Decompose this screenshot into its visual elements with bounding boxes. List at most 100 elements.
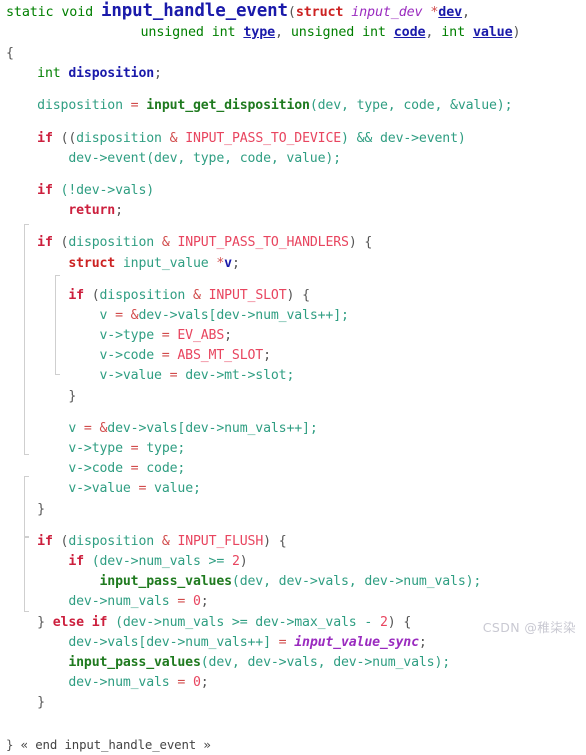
token-cond-disposition-5: disposition bbox=[68, 533, 155, 549]
token-assign-equals: = bbox=[130, 98, 139, 114]
token-else-if-keyword: else if bbox=[52, 614, 108, 630]
token-open-paren: ( bbox=[287, 5, 296, 20]
code-line-slot-code: v->code = ABS_MT_SLOT; bbox=[0, 346, 586, 366]
token-slot-code-semi: ; bbox=[263, 348, 271, 364]
token-number-two-1: 2 bbox=[231, 553, 240, 569]
token-return-keyword: return bbox=[68, 203, 116, 219]
token-macro-ev-abs: EV_ABS bbox=[177, 328, 225, 344]
token-slot-code-eq: = bbox=[154, 348, 178, 364]
code-line-call-dev-event: dev->event(dev, type, code, value); bbox=[0, 149, 586, 169]
code-line-handlers-close: } bbox=[0, 500, 586, 520]
token-macro-input-flush: INPUT_FLUSH bbox=[177, 533, 264, 549]
token-cond-disposition-4: disposition bbox=[99, 287, 186, 303]
token-number-two-2: 2 bbox=[379, 614, 388, 630]
code-line-blank-3 bbox=[0, 169, 586, 181]
token-slot-type-lhs: v->type bbox=[99, 328, 155, 344]
token-slot-value-rhs: dev->mt->slot; bbox=[185, 368, 295, 384]
token-flush-reset-eq: = bbox=[169, 594, 193, 610]
token-param-dev: dev bbox=[438, 5, 463, 20]
token-cond-disposition-3: disposition bbox=[68, 235, 155, 251]
token-decl-disposition: disposition bbox=[68, 66, 155, 82]
code-line-else-reset: dev->num_vals = 0; bbox=[0, 673, 586, 693]
code-line-v-value: v->value = value; bbox=[0, 479, 586, 499]
token-input-value-sync: input_value_sync bbox=[294, 634, 419, 650]
token-handlers-close-brace: } bbox=[37, 501, 45, 517]
token-else-assign-eq: = bbox=[270, 634, 295, 650]
code-line-flush-pass-values: input_pass_values(dev, dev->vals, dev->n… bbox=[0, 572, 586, 592]
token-macro-input-pass-to-handlers: INPUT_PASS_TO_HANDLERS bbox=[177, 235, 349, 251]
token-if-keyword-6: if bbox=[68, 553, 84, 569]
token-else-assign-semi: ; bbox=[418, 634, 427, 650]
code-line-slot-value: v->value = dev->mt->slot; bbox=[0, 366, 586, 386]
token-flush-reset-lhs: dev->num_vals bbox=[68, 594, 170, 610]
token-paren-open-4: ( bbox=[83, 287, 100, 303]
code-line-slot-close: } bbox=[0, 387, 586, 407]
token-semicolon-v: ; bbox=[231, 255, 240, 271]
token-paren-open-5: ( bbox=[52, 533, 69, 549]
token-else-reset-eq: = bbox=[169, 675, 193, 691]
token-bitand-1: & bbox=[169, 130, 178, 146]
token-var-v: v bbox=[224, 255, 232, 271]
token-call-input-get-disposition: input_get_disposition bbox=[146, 98, 310, 114]
token-slot-type-eq: = bbox=[154, 328, 178, 344]
token-if-keyword-2: if bbox=[37, 182, 53, 198]
token-unsigned-int-a: unsigned int bbox=[140, 25, 236, 40]
code-line-v-assign: v = &dev->vals[dev->num_vals++]; bbox=[0, 419, 586, 439]
code-line-signature-1: static void input_handle_event(struct in… bbox=[0, 0, 586, 22]
token-v-assign: v bbox=[68, 420, 77, 436]
code-line-flush-reset: dev->num_vals = 0; bbox=[0, 592, 586, 612]
code-line-signature-2: unsigned int type, unsigned int code, in… bbox=[0, 22, 586, 44]
token-brace-open-5: ) { bbox=[263, 533, 287, 549]
code-line-if-pass-to-handlers: if (disposition & INPUT_PASS_TO_HANDLERS… bbox=[0, 233, 586, 253]
token-else-cond-a: (dev->num_vals >= dev->max_vals - bbox=[107, 614, 380, 630]
token-v-assign-rest: dev->vals[dev->num_vals++]; bbox=[107, 420, 318, 436]
token-body-open-brace: { bbox=[6, 46, 14, 61]
token-param-type-input-dev: input_dev bbox=[351, 5, 423, 20]
token-else-close-brace: } bbox=[37, 695, 45, 711]
token-v-code-rhs: code; bbox=[146, 461, 186, 477]
token-slot-value-lhs: v->value bbox=[99, 368, 162, 384]
token-param-value: value bbox=[472, 25, 513, 40]
token-struct-type-input-value: input_value bbox=[122, 255, 209, 271]
code-line-slot-type: v->type = EV_ABS; bbox=[0, 326, 586, 346]
token-close-paren: ) bbox=[512, 25, 521, 40]
code-line-v-type: v->type = type; bbox=[0, 439, 586, 459]
token-v-type-eq: = bbox=[122, 441, 147, 456]
token-call-input-pass-values-1: input_pass_values bbox=[99, 574, 232, 590]
token-slot-value-eq: = bbox=[161, 368, 186, 384]
code-line-open-brace: { bbox=[0, 44, 586, 64]
token-dev-event-cond: dev->event) bbox=[379, 130, 466, 146]
code-line-blank-6 bbox=[0, 407, 586, 419]
token-paren-open-3: ( bbox=[52, 235, 69, 251]
token-call-args-1: (dev, dev->vals, dev->num_vals); bbox=[231, 574, 482, 590]
token-v-value-lhs: v->value bbox=[68, 481, 131, 497]
token-v-code-lhs: v->code bbox=[68, 461, 123, 477]
token-else-reset-semi: ; bbox=[200, 675, 209, 691]
token-slot-type-semi: ; bbox=[224, 328, 232, 344]
token-param-code: code bbox=[393, 25, 426, 40]
code-line-else-pass-values: input_pass_values(dev, dev->vals, dev->n… bbox=[0, 653, 586, 673]
token-brace-open-3: ) { bbox=[348, 235, 373, 251]
code-line-function-end: } « end input_handle_event » bbox=[0, 735, 586, 755]
token-number-zero-2: 0 bbox=[192, 675, 201, 691]
token-assign-lhs: disposition bbox=[37, 98, 123, 114]
token-cond-numvals-b: ) bbox=[239, 553, 248, 569]
token-if-keyword-1: if bbox=[37, 130, 53, 146]
token-comma: , bbox=[462, 5, 470, 20]
token-decl-semicolon: ; bbox=[154, 66, 162, 82]
token-slot-close-brace: } bbox=[68, 388, 77, 404]
token-cond-disposition-1: disposition bbox=[76, 130, 162, 146]
token-comma-3: , bbox=[425, 25, 434, 40]
code-line-blank-9 bbox=[0, 725, 586, 735]
token-final-close-brace: } bbox=[6, 737, 14, 753]
token-slot-equals: = bbox=[107, 307, 131, 323]
token-macro-abs-mt-slot: ABS_MT_SLOT bbox=[177, 348, 264, 364]
code-line-blank-7 bbox=[0, 520, 586, 532]
token-struct-keyword: struct bbox=[295, 5, 344, 20]
code-line-blank-5 bbox=[0, 274, 586, 286]
token-int-kw: int bbox=[441, 25, 466, 40]
token-if-keyword-4: if bbox=[68, 287, 84, 303]
token-slot-vals-expr: dev->vals[dev->num_vals++]; bbox=[138, 307, 349, 323]
code-line-slot-assign-v: v = &dev->vals[dev->num_vals++]; bbox=[0, 306, 586, 326]
token-paren-open-1: (( bbox=[60, 130, 77, 146]
